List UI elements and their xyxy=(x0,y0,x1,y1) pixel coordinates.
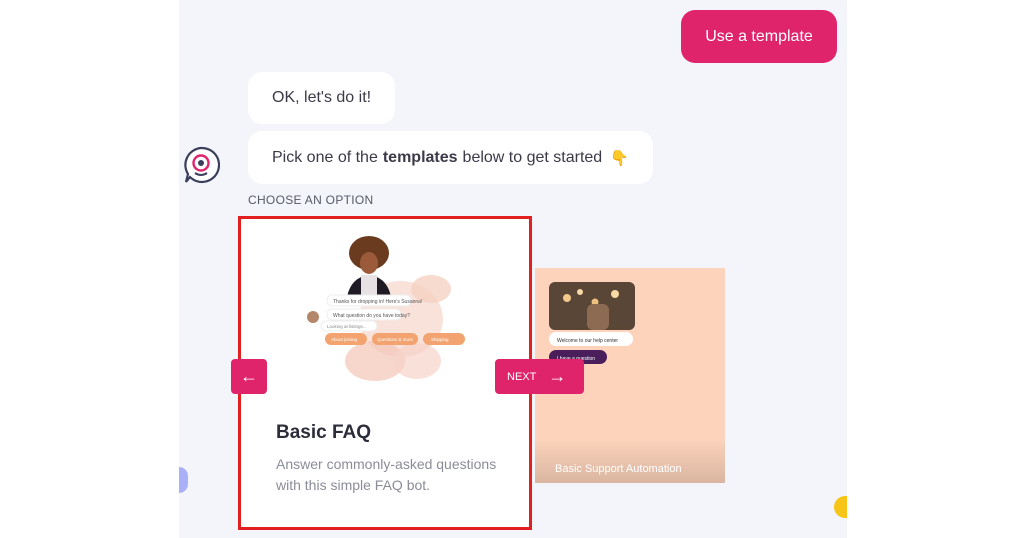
bot-message-text-end: below to get started xyxy=(462,148,603,166)
card-description-basic-faq: Answer commonly-asked questions with thi… xyxy=(276,456,497,493)
arrow-left-icon: ← xyxy=(240,366,258,386)
template-card-basic-faq[interactable]: Thanks for dropping in! Here's Susanna! … xyxy=(238,216,532,530)
bot-message-pick-template: Pick one of the templates below to get s… xyxy=(248,131,653,184)
chat-bot-avatar-icon xyxy=(184,146,220,184)
faq-preview-button-2: Questions & more xyxy=(377,337,414,342)
choose-option-label: CHOOSE AN OPTION xyxy=(248,193,374,207)
card-shade xyxy=(535,438,725,483)
faq-preview-line-1: Thanks for dropping in! Here's Susanna! xyxy=(333,299,422,305)
card-title-basic-support: Basic Support Automation xyxy=(555,463,682,475)
card-title-basic-faq: Basic FAQ xyxy=(276,422,372,443)
faq-preview-line-2: What question do you have today? xyxy=(333,313,410,319)
user-message-use-template[interactable]: Use a template xyxy=(681,10,837,63)
chat-area: Use a template OK, let's do it! Pick one… xyxy=(179,0,847,538)
faq-preview-button-1: About joining xyxy=(331,337,358,342)
faq-preview-art: Thanks for dropping in! Here's Susanna! … xyxy=(307,236,465,381)
support-preview-art: Welcome to our help center I have a ques… xyxy=(549,282,635,364)
pointing-down-icon: 👇 xyxy=(610,149,629,167)
bot-message-ok: OK, let's do it! xyxy=(248,72,396,124)
bot-message-text-start: Pick one of the xyxy=(272,148,378,166)
arrow-right-icon: → xyxy=(548,366,567,386)
next-button-label: NEXT xyxy=(507,370,537,383)
bot-message-bold-templates: templates xyxy=(382,148,458,166)
carousel-next-button[interactable]: NEXT → xyxy=(495,359,584,394)
carousel-prev-button[interactable]: ← xyxy=(231,359,267,394)
faq-preview-line-3: Looking at listings... xyxy=(327,324,367,329)
faq-preview-button-3: Shipping xyxy=(431,337,449,342)
support-preview-chat: Welcome to our help center xyxy=(557,338,618,344)
